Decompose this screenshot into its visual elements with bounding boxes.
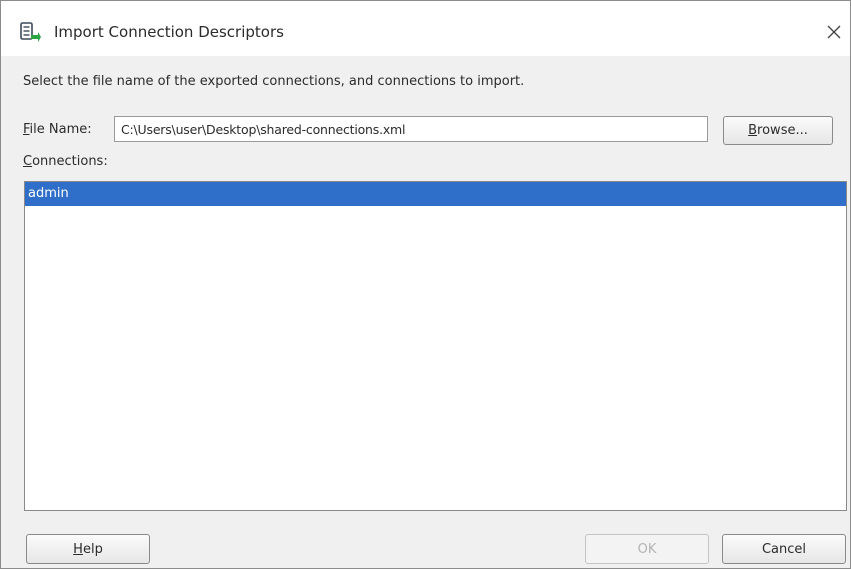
cancel-button[interactable]: Cancel (722, 534, 846, 564)
help-mnemonic: H (73, 541, 83, 557)
browse-mnemonic: B (748, 123, 758, 138)
database-import-icon (19, 22, 41, 44)
browse-label-text: rowse... (757, 123, 808, 138)
connections-label-text: onnections: (32, 154, 108, 169)
file-name-label-text: ile Name: (29, 122, 92, 137)
import-connection-descriptors-dialog: Import Connection Descriptors Select the… (0, 0, 851, 569)
close-button[interactable] (821, 19, 847, 45)
list-item-label: admin (28, 186, 69, 201)
connections-label: Connections: (23, 154, 108, 169)
title-bar: Import Connection Descriptors (1, 1, 850, 56)
list-item[interactable]: admin (25, 182, 846, 206)
connections-mnemonic: C (23, 154, 33, 169)
browse-button[interactable]: Browse... (723, 116, 833, 145)
instructions-text: Select the file name of the exported con… (23, 74, 525, 89)
connections-list[interactable]: admin (24, 181, 847, 511)
help-label-text: elp (82, 541, 103, 557)
ok-button[interactable]: OK (585, 534, 709, 564)
file-name-label: File Name: (23, 122, 92, 137)
file-name-input[interactable] (114, 116, 708, 142)
window-title: Import Connection Descriptors (54, 23, 284, 41)
help-button[interactable]: Help (26, 534, 150, 564)
close-icon (827, 25, 841, 39)
